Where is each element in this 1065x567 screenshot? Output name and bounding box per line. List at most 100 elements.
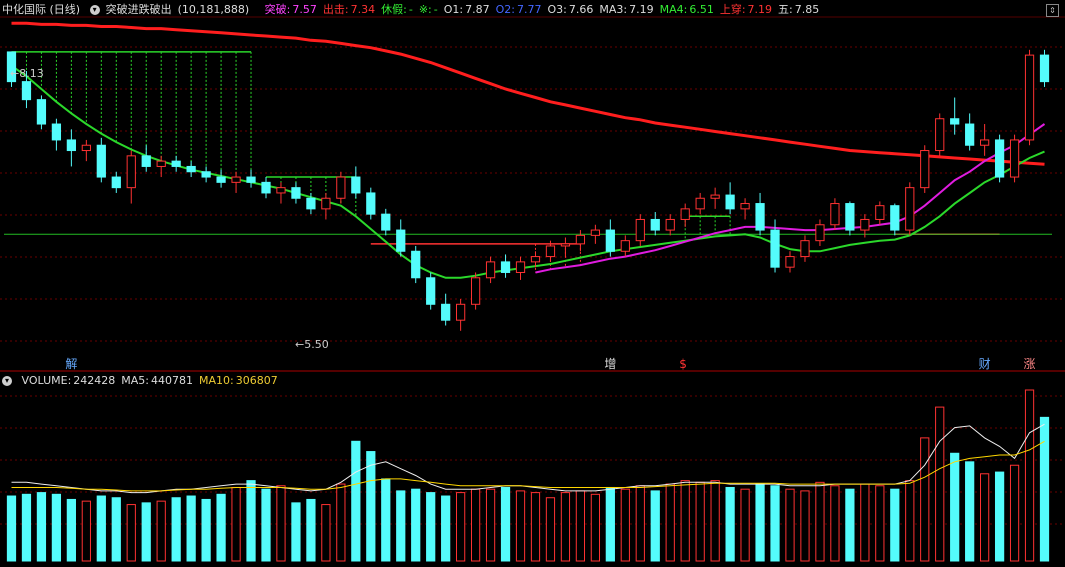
volume-bar — [635, 485, 645, 562]
indicator-title[interactable]: ▾ 突破进跌破出 (10,181,888) — [89, 3, 256, 16]
candle — [845, 203, 855, 231]
volume-bar — [81, 500, 91, 562]
candle — [485, 261, 496, 279]
candle — [770, 229, 780, 268]
volume-bar — [650, 490, 660, 562]
candle — [500, 261, 511, 273]
indicator-item: VOLUME: 242428 — [21, 374, 116, 387]
volume-bar — [950, 452, 960, 562]
candle — [994, 139, 1005, 178]
candle — [950, 118, 960, 125]
indicator-item: O3: 7.66 — [547, 3, 594, 16]
event-marker: 解 — [65, 357, 77, 371]
volume-bar — [515, 490, 526, 562]
volume-bar — [426, 492, 436, 562]
volume-bar — [141, 502, 151, 562]
candle — [785, 256, 795, 268]
indicator-item: O2: 7.77 — [495, 3, 542, 16]
volume-bar — [411, 488, 421, 562]
volume-bar — [485, 488, 496, 562]
candle — [815, 224, 825, 242]
candle — [515, 261, 526, 273]
candle — [620, 240, 630, 252]
volume-bar — [291, 502, 301, 562]
candle — [456, 303, 466, 321]
volume-bar — [96, 495, 106, 562]
volume-bar — [500, 486, 511, 562]
volume-bar — [545, 497, 556, 562]
volume-bar — [725, 486, 735, 562]
candle — [216, 176, 226, 183]
volume-indicator-values: VOLUME: 242428 MA5: 440781 MA10: 306807 — [22, 374, 284, 387]
volume-bar — [186, 495, 196, 562]
volume-bar — [246, 480, 256, 562]
indicator-item: MA4: 6.51 — [659, 3, 714, 16]
candle — [426, 277, 436, 305]
event-markers: 解 增 $ 财 涨 — [65, 356, 1035, 371]
volume-bar — [560, 492, 571, 562]
indicator-item: 休假: - — [381, 3, 413, 16]
event-marker: 财 — [979, 357, 991, 371]
candle — [560, 243, 571, 247]
candle — [321, 197, 331, 210]
candle — [920, 150, 930, 189]
volume-bar — [785, 488, 795, 562]
up-down-icon[interactable]: ⇕ — [1046, 4, 1059, 17]
candle — [740, 203, 750, 210]
volume-bar — [306, 498, 316, 562]
high-annotation: ←8.13 — [10, 67, 44, 80]
volume-bar — [845, 488, 855, 562]
candle — [800, 240, 810, 258]
volume-bar — [680, 480, 690, 562]
volume-bar — [905, 480, 915, 562]
volume-bar — [590, 493, 600, 562]
ma-green-line — [10, 64, 1045, 279]
event-marker: 增 — [604, 357, 616, 371]
stock-title: 中化国际 (日线) — [2, 3, 81, 16]
candle — [875, 205, 885, 220]
volume-bar — [441, 495, 451, 562]
volume-bar — [710, 480, 720, 562]
volume-bar — [6, 495, 17, 562]
volume-bar — [935, 406, 945, 562]
circle-down-icon[interactable]: ▾ — [89, 5, 100, 15]
volume-bar — [920, 437, 930, 562]
candle — [366, 192, 376, 215]
candle — [171, 160, 181, 167]
volume-bar — [830, 485, 840, 562]
volume-bar — [755, 483, 765, 562]
indicator-item: O1: 7.87 — [443, 3, 490, 16]
candle — [725, 194, 735, 210]
volume-bar — [351, 440, 361, 562]
volume-bar — [740, 488, 750, 562]
ma-red-line — [11, 21, 1045, 166]
volume-bar — [1009, 464, 1020, 562]
stock-chart[interactable]: 解 增 $ 财 涨 ←8.13 ←5.50 — [0, 0, 1065, 563]
volume-bar — [1039, 416, 1050, 562]
volume-bar — [396, 490, 406, 562]
volume-bar — [530, 492, 541, 562]
volume-bar — [994, 471, 1005, 562]
volume-bar — [171, 497, 181, 562]
candle — [186, 165, 196, 173]
volume-bar — [201, 498, 211, 562]
volume-bar — [276, 485, 286, 562]
indicator-item: 突破: 7.57 — [264, 3, 317, 16]
price-indicator-values: 突破: 7.57 出击: 7.34 休假: - ※: - O1: 7.87 O2: 7.77 O3: 7.… — [265, 3, 826, 16]
ma10-line — [11, 440, 1045, 492]
candle — [905, 187, 915, 231]
circle-down-icon[interactable]: ▾ — [2, 376, 12, 386]
volume-bar — [261, 488, 271, 562]
candle — [890, 205, 900, 231]
low-annotation: ←5.50 — [295, 338, 329, 351]
candle — [261, 181, 271, 194]
candle — [980, 139, 990, 146]
indicator-item: MA5: 440781 — [121, 374, 194, 387]
candle — [650, 218, 660, 231]
ma5-line — [11, 423, 1045, 494]
candle — [590, 229, 600, 236]
candle — [605, 229, 615, 252]
candle — [126, 155, 136, 189]
candle — [51, 123, 62, 141]
candle — [710, 194, 720, 199]
